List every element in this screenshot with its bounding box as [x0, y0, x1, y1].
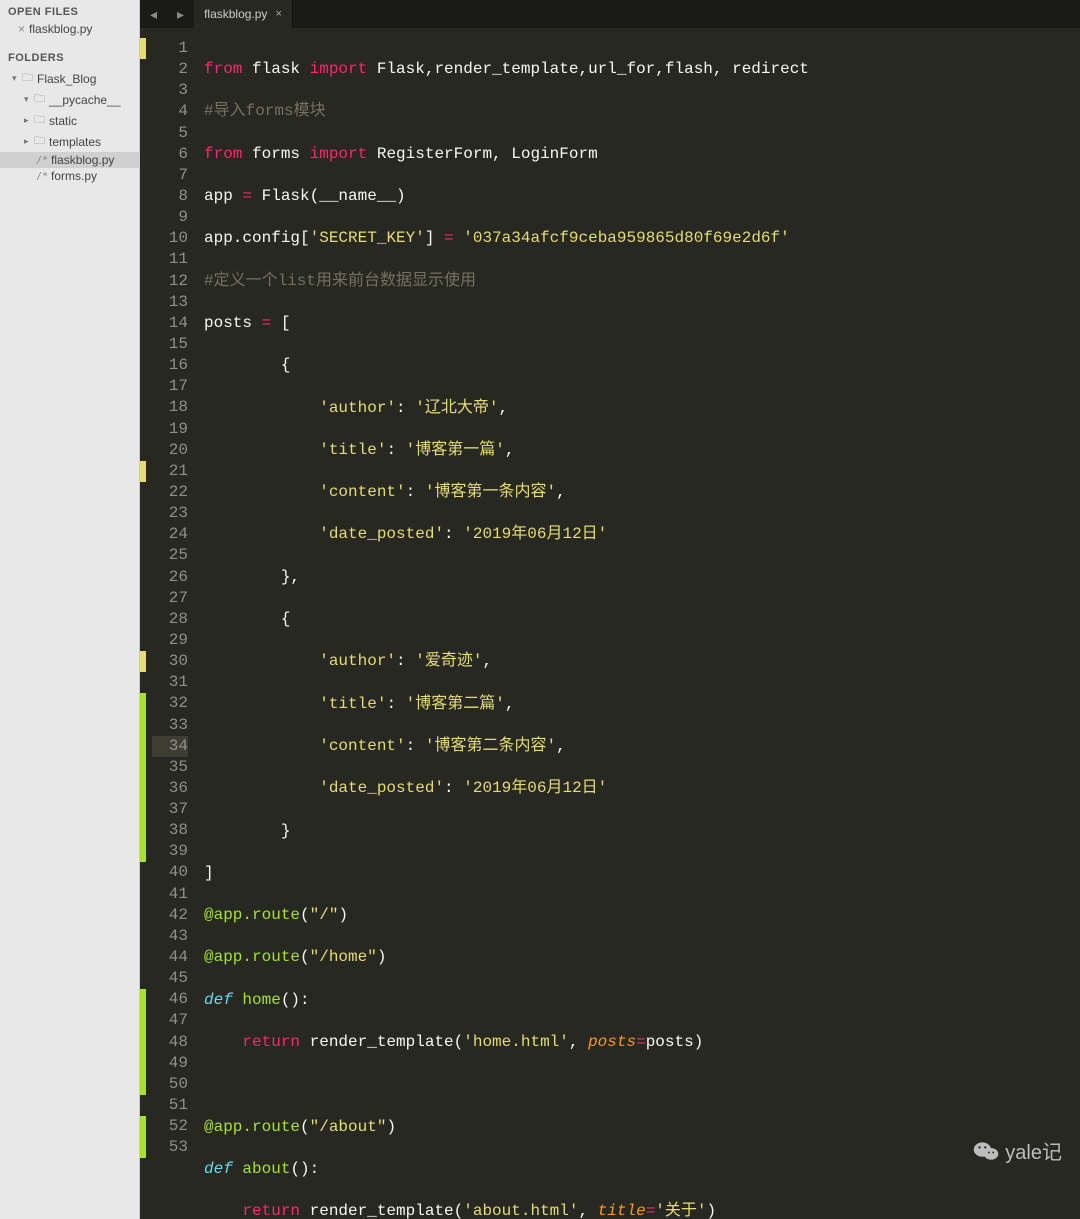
folder-icon: 🗀 [34, 111, 45, 130]
tree-file-flaskblog[interactable]: /*flaskblog.py [0, 152, 139, 168]
wechat-icon [973, 1138, 999, 1164]
folder-icon: 🗀 [22, 69, 33, 88]
watermark: yale记 [973, 1136, 1062, 1165]
close-icon[interactable]: × [18, 22, 25, 36]
file-icon: /* [36, 171, 48, 182]
folders-header: FOLDERS [0, 48, 139, 66]
editor-area: ◂ ▸ flaskblog.py × 123456789101112131415… [140, 0, 1080, 1219]
chevron-down-icon: ▾ [12, 73, 22, 84]
folder-icon: 🗀 [34, 132, 45, 151]
tree-folder-pycache[interactable]: ▾🗀__pycache__ [0, 89, 139, 110]
chevron-right-icon: ▸ [24, 115, 34, 126]
tab-bar: ◂ ▸ flaskblog.py × [140, 0, 1080, 28]
open-file-item[interactable]: ×flaskblog.py [0, 20, 139, 40]
code-area[interactable]: 1234567891011121314151617181920212223242… [140, 28, 1080, 1219]
code-content[interactable]: from flask import Flask,render_template,… [198, 28, 1080, 1219]
tree-file-forms[interactable]: /*forms.py [0, 168, 139, 184]
sidebar: OPEN FILES ×flaskblog.py FOLDERS ▾🗀Flask… [0, 0, 140, 1219]
tree-folder-flask-blog[interactable]: ▾🗀Flask_Blog [0, 68, 139, 89]
tree-folder-templates[interactable]: ▸🗀templates [0, 131, 139, 152]
folder-icon: 🗀 [34, 90, 45, 109]
tab-nav-back[interactable]: ◂ [140, 0, 167, 28]
watermark-text: yale记 [1005, 1136, 1062, 1165]
tab-label: flaskblog.py [204, 7, 267, 21]
tree-folder-static[interactable]: ▸🗀static [0, 110, 139, 131]
close-icon[interactable]: × [275, 8, 281, 20]
folder-tree: ▾🗀Flask_Blog ▾🗀__pycache__ ▸🗀static ▸🗀te… [0, 66, 139, 186]
line-gutter: 1234567891011121314151617181920212223242… [146, 28, 198, 1219]
open-files-header: OPEN FILES [0, 2, 139, 20]
file-icon: /* [36, 155, 48, 166]
chevron-down-icon: ▾ [24, 94, 34, 105]
tab-flaskblog[interactable]: flaskblog.py × [194, 0, 293, 28]
chevron-right-icon: ▸ [24, 136, 34, 147]
tab-nav-forward[interactable]: ▸ [167, 0, 194, 28]
